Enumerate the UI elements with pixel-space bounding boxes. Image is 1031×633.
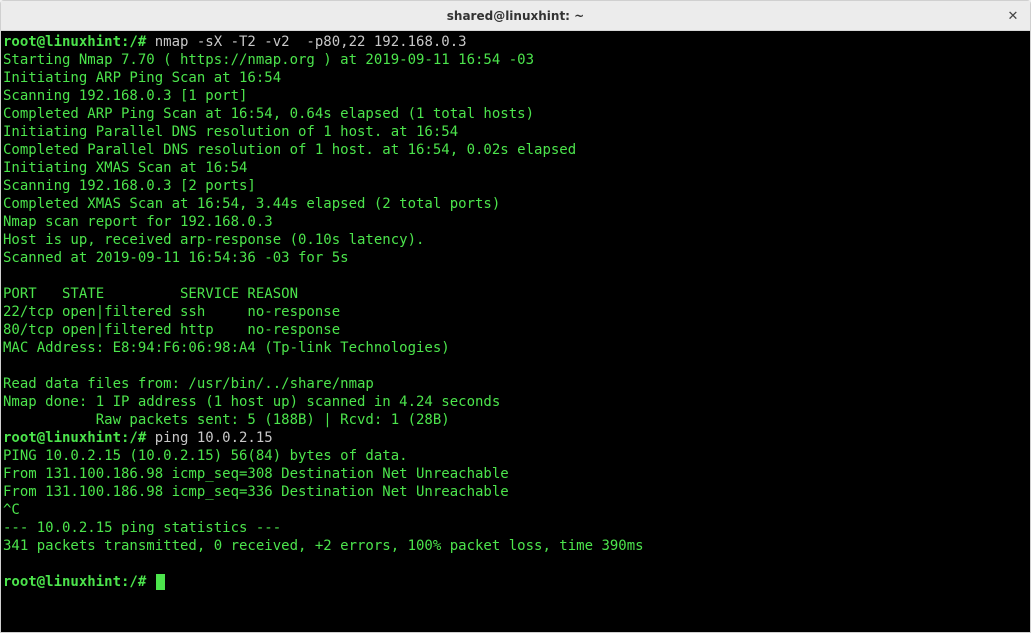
output-line: Scanning 192.168.0.3 [2 ports] [3,178,256,194]
output-line: From 131.100.186.98 icmp_seq=336 Destina… [3,484,509,500]
output-line: Nmap scan report for 192.168.0.3 [3,214,273,230]
terminal-window: shared@linuxhint: ~ ✕ root@linuxhint:/# … [0,0,1031,633]
command-1: nmap -sX -T2 -v2 -p80,22 192.168.0.3 [155,34,467,50]
terminal-viewport[interactable]: root@linuxhint:/# nmap -sX -T2 -v2 -p80,… [1,31,1030,632]
output-line: 80/tcp open|filtered http no-response [3,322,340,338]
output-line: Completed XMAS Scan at 16:54, 3.44s elap… [3,196,500,212]
output-line: Completed Parallel DNS resolution of 1 h… [3,142,576,158]
output-line: Raw packets sent: 5 (188B) | Rcvd: 1 (28… [3,412,450,428]
close-icon[interactable]: ✕ [1004,7,1022,25]
output-line: Starting Nmap 7.70 ( https://nmap.org ) … [3,52,534,68]
output-line: 341 packets transmitted, 0 received, +2 … [3,538,644,554]
output-line: Completed ARP Ping Scan at 16:54, 0.64s … [3,106,534,122]
shell-prompt: root@linuxhint:/# [3,34,155,50]
output-line: 22/tcp open|filtered ssh no-response [3,304,340,320]
output-line: From 131.100.186.98 icmp_seq=308 Destina… [3,466,509,482]
output-line: Initiating XMAS Scan at 16:54 [3,160,247,176]
output-line: Read data files from: /usr/bin/../share/… [3,376,374,392]
output-line: PING 10.0.2.15 (10.0.2.15) 56(84) bytes … [3,448,408,464]
command-2: ping 10.0.2.15 [155,430,273,446]
window-title: shared@linuxhint: ~ [447,9,584,23]
output-line: Scanning 192.168.0.3 [1 port] [3,88,247,104]
output-line: Scanned at 2019-09-11 16:54:36 -03 for 5… [3,250,349,266]
output-line: Host is up, received arp-response (0.10s… [3,232,424,248]
output-line: ^C [3,502,20,518]
output-line: Initiating ARP Ping Scan at 16:54 [3,70,281,86]
titlebar[interactable]: shared@linuxhint: ~ ✕ [1,1,1030,31]
shell-prompt: root@linuxhint:/# [3,574,155,590]
output-line: MAC Address: E8:94:F6:06:98:A4 (Tp-link … [3,340,450,356]
output-line: PORT STATE SERVICE REASON [3,286,298,302]
output-line: --- 10.0.2.15 ping statistics --- [3,520,281,536]
cursor-block [156,574,165,590]
shell-prompt: root@linuxhint:/# [3,430,155,446]
output-line: Nmap done: 1 IP address (1 host up) scan… [3,394,500,410]
output-line: Initiating Parallel DNS resolution of 1 … [3,124,458,140]
